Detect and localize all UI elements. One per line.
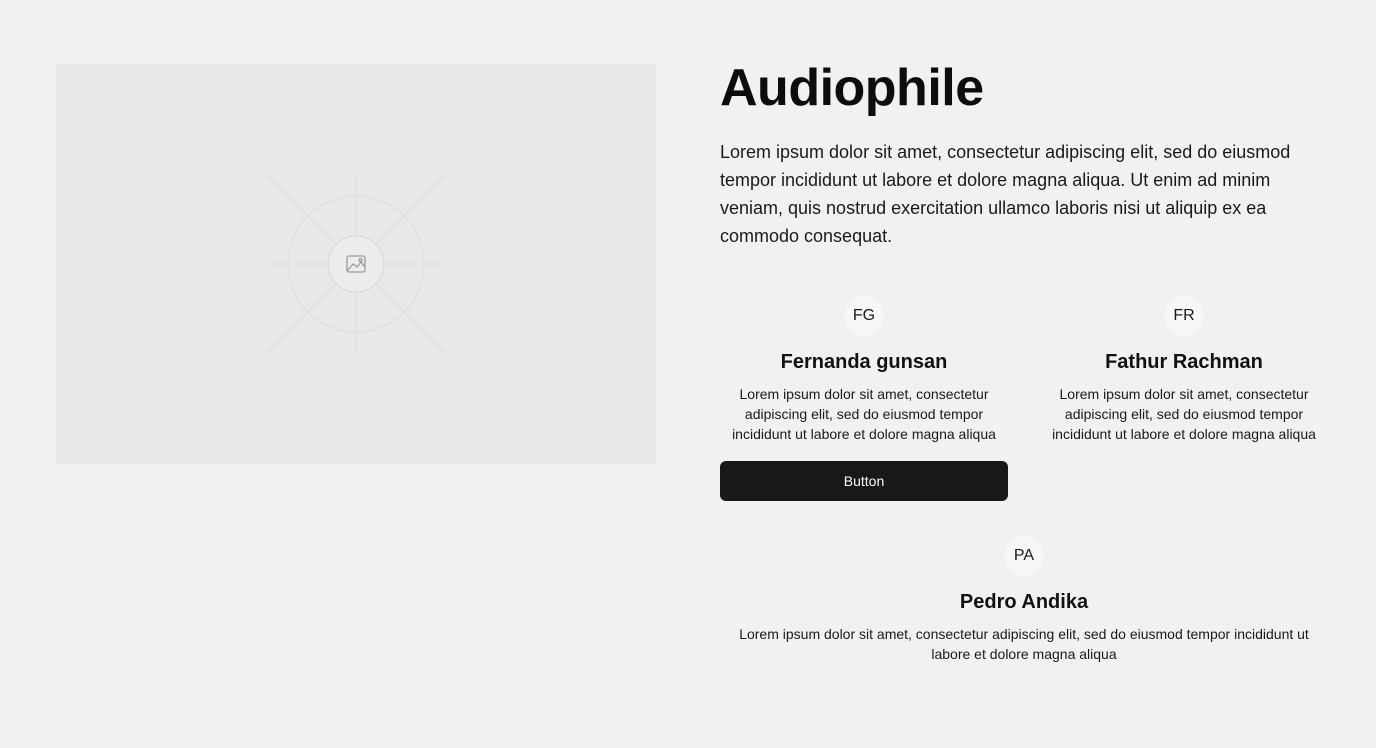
card-name: Fernanda gunsan [780,351,948,373]
hero-content: Audiophile Lorem ipsum dolor sit amet, c… [720,56,1330,250]
avatar: PA [1004,536,1044,576]
team-card: FG Fernanda gunsan Lorem ipsum dolor sit… [720,296,1008,501]
team-card: PA Pedro Andika Lorem ipsum dolor sit am… [720,536,1328,664]
card-description: Lorem ipsum dolor sit amet, consectetur … [732,386,996,442]
image-placeholder [56,64,656,464]
card-description: Lorem ipsum dolor sit amet, consectetur … [1052,386,1316,442]
hero-description: Lorem ipsum dolor sit amet, consectetur … [720,142,1291,246]
team-card: FR Fathur Rachman Lorem ipsum dolor sit … [1040,296,1328,444]
card-button[interactable]: Button [720,461,1008,501]
card-name: Pedro Andika [959,591,1089,613]
page-title: Audiophile [720,59,984,117]
avatar: FR [1164,296,1204,336]
card-name: Fathur Rachman [1105,351,1263,373]
card-description: Lorem ipsum dolor sit amet, consectetur … [739,626,1309,662]
placeholder-graphic [265,173,447,355]
avatar: FG [844,296,884,336]
page: Audiophile Lorem ipsum dolor sit amet, c… [0,0,1376,748]
